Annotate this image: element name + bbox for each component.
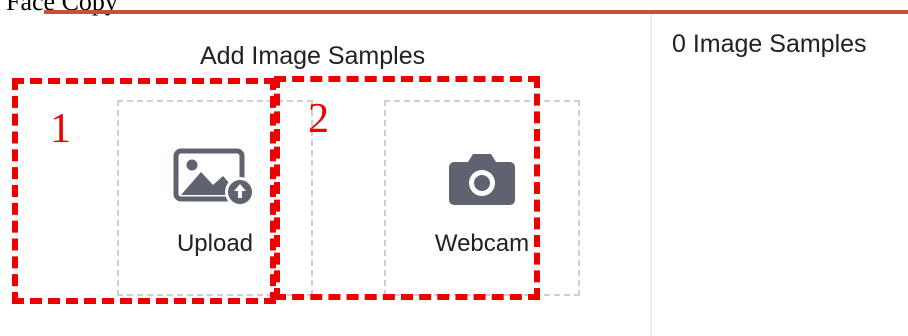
samples-count: 0 Image Samples (672, 30, 867, 58)
image-upload-icon (173, 148, 255, 207)
camera-icon (449, 154, 515, 205)
upload-button[interactable]: Upload (117, 100, 313, 296)
upload-label: Upload (176, 230, 254, 257)
accent-rule (44, 10, 908, 14)
annotation-number-1: 1 (50, 106, 71, 152)
teachable-machine-class-panel: Face Copy Add Image Samples 0 Image Samp… (0, 0, 908, 336)
panel-divider (650, 14, 652, 336)
add-samples-title: Add Image Samples (200, 42, 426, 70)
annotation-number-2: 2 (308, 96, 329, 142)
webcam-button[interactable]: Webcam (384, 100, 580, 296)
webcam-label: Webcam (434, 230, 530, 257)
clipped-page-heading: Face Copy (6, 0, 118, 16)
